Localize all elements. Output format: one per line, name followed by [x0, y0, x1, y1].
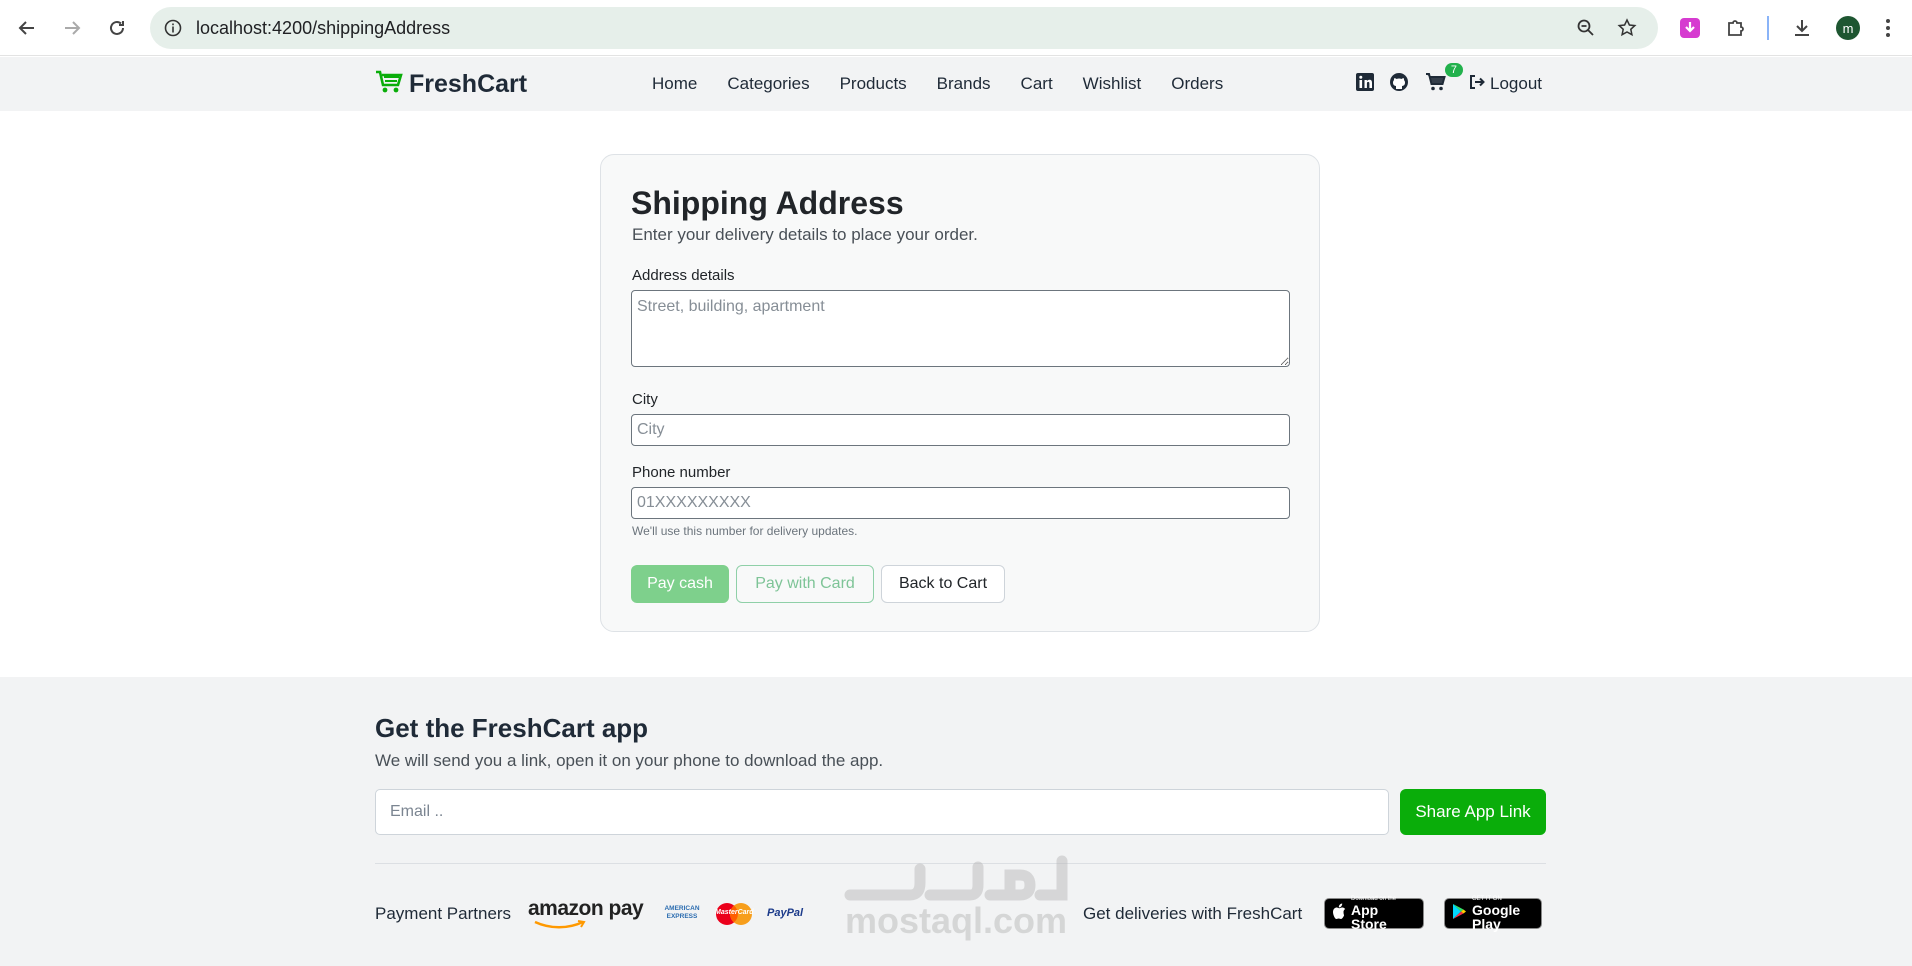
- city-input[interactable]: [631, 414, 1290, 446]
- shopping-cart-logo-icon: [375, 69, 403, 100]
- watermark-text: mostaql.com: [844, 900, 1068, 941]
- toolbar-separator: [1767, 16, 1769, 40]
- nav-actions: 7 Logout: [1355, 63, 1542, 97]
- brand-logo[interactable]: FreshCart: [375, 69, 527, 100]
- back-to-cart-button[interactable]: Back to Cart: [881, 565, 1005, 603]
- mastercard-logo: MasterCard: [715, 902, 754, 926]
- sign-out-icon: [1469, 74, 1485, 95]
- email-input[interactable]: [375, 789, 1389, 835]
- bookmark-star-icon[interactable]: [1617, 18, 1637, 43]
- footer-subtitle: We will send you a link, open it on your…: [375, 751, 884, 770]
- reload-icon[interactable]: [103, 14, 131, 42]
- deliveries-label: Get deliveries with FreshCart: [1083, 904, 1303, 923]
- shipping-address-card: Shipping Address Enter your delivery det…: [600, 154, 1320, 632]
- github-icon[interactable]: [1389, 72, 1409, 97]
- apple-icon: [1332, 903, 1346, 925]
- nav-link-orders[interactable]: Orders: [1171, 74, 1223, 94]
- google-play-big-text: Google Play: [1472, 902, 1521, 932]
- address-label: Address details: [632, 267, 735, 284]
- payment-partners-label: Payment Partners: [375, 904, 512, 923]
- amex-line-2: EXPRESS: [666, 913, 698, 920]
- logout-label: Logout: [1490, 74, 1542, 93]
- amazon-pay-text: amazon pay: [528, 897, 644, 920]
- pay-cash-button[interactable]: Pay cash: [631, 565, 729, 603]
- phone-label: Phone number: [632, 464, 731, 481]
- nav-link-brands[interactable]: Brands: [937, 74, 991, 94]
- profile-avatar[interactable]: m: [1836, 16, 1860, 40]
- forward-icon[interactable]: [58, 14, 86, 42]
- zoom-icon[interactable]: [1576, 18, 1596, 43]
- logout-link[interactable]: Logout: [1469, 74, 1542, 95]
- app-store-big-text: App Store: [1351, 902, 1387, 932]
- nav-link-products[interactable]: Products: [840, 74, 907, 94]
- paypal-text: PayPal: [767, 907, 804, 919]
- paypal-logo: PayPal: [767, 907, 803, 919]
- download-extension-icon[interactable]: [1676, 14, 1704, 42]
- nav-link-categories[interactable]: Categories: [727, 74, 809, 94]
- amazon-pay-logo: amazon pay: [528, 897, 648, 931]
- cart-icon: [1425, 72, 1447, 97]
- linkedin-icon[interactable]: [1355, 72, 1375, 97]
- cart-count-badge: 7: [1444, 63, 1463, 77]
- browser-toolbar: localhost:4200/shippingAddress m: [0, 0, 1912, 56]
- amex-line-1: AMERICAN: [664, 905, 700, 912]
- watermark-arabic-mark: [844, 855, 1068, 901]
- mastercard-text: MasterCard: [715, 909, 754, 916]
- address-bar[interactable]: localhost:4200/shippingAddress: [150, 7, 1658, 49]
- navbar-cart[interactable]: 7: [1423, 63, 1463, 97]
- back-icon[interactable]: [13, 14, 41, 42]
- extensions-puzzle-icon[interactable]: [1722, 14, 1750, 42]
- site-info-icon[interactable]: [163, 18, 183, 43]
- pay-with-card-button[interactable]: Pay with Card: [736, 565, 874, 603]
- downloads-icon[interactable]: [1788, 14, 1816, 42]
- city-label: City: [632, 391, 658, 408]
- site-navbar: FreshCart Home Categories Products Brand…: [0, 57, 1912, 111]
- google-play-badge[interactable]: GET IT ON Google Play: [1444, 896, 1542, 932]
- browser-menu-icon[interactable]: [1874, 14, 1902, 42]
- nav-link-wishlist[interactable]: Wishlist: [1083, 74, 1142, 94]
- phone-hint: We'll use this number for delivery updat…: [632, 524, 858, 538]
- amex-logo: AMERICAN EXPRESS: [662, 905, 702, 925]
- footer-title: Get the FreshCart app: [375, 713, 649, 743]
- page-subtitle: Enter your delivery details to place you…: [632, 225, 978, 244]
- nav-link-home[interactable]: Home: [652, 74, 697, 94]
- page-title: Shipping Address: [631, 185, 904, 221]
- share-app-link-button[interactable]: Share App Link: [1400, 789, 1546, 835]
- nav-link-cart[interactable]: Cart: [1021, 74, 1053, 94]
- url-text: localhost:4200/shippingAddress: [196, 18, 451, 38]
- address-textarea[interactable]: [631, 290, 1290, 367]
- app-store-badge[interactable]: Download on the App Store: [1324, 896, 1424, 932]
- main-nav: Home Categories Products Brands Cart Wis…: [652, 74, 1223, 94]
- google-play-icon: [1452, 903, 1467, 925]
- brand-name: FreshCart: [409, 70, 528, 98]
- phone-input[interactable]: [631, 487, 1290, 519]
